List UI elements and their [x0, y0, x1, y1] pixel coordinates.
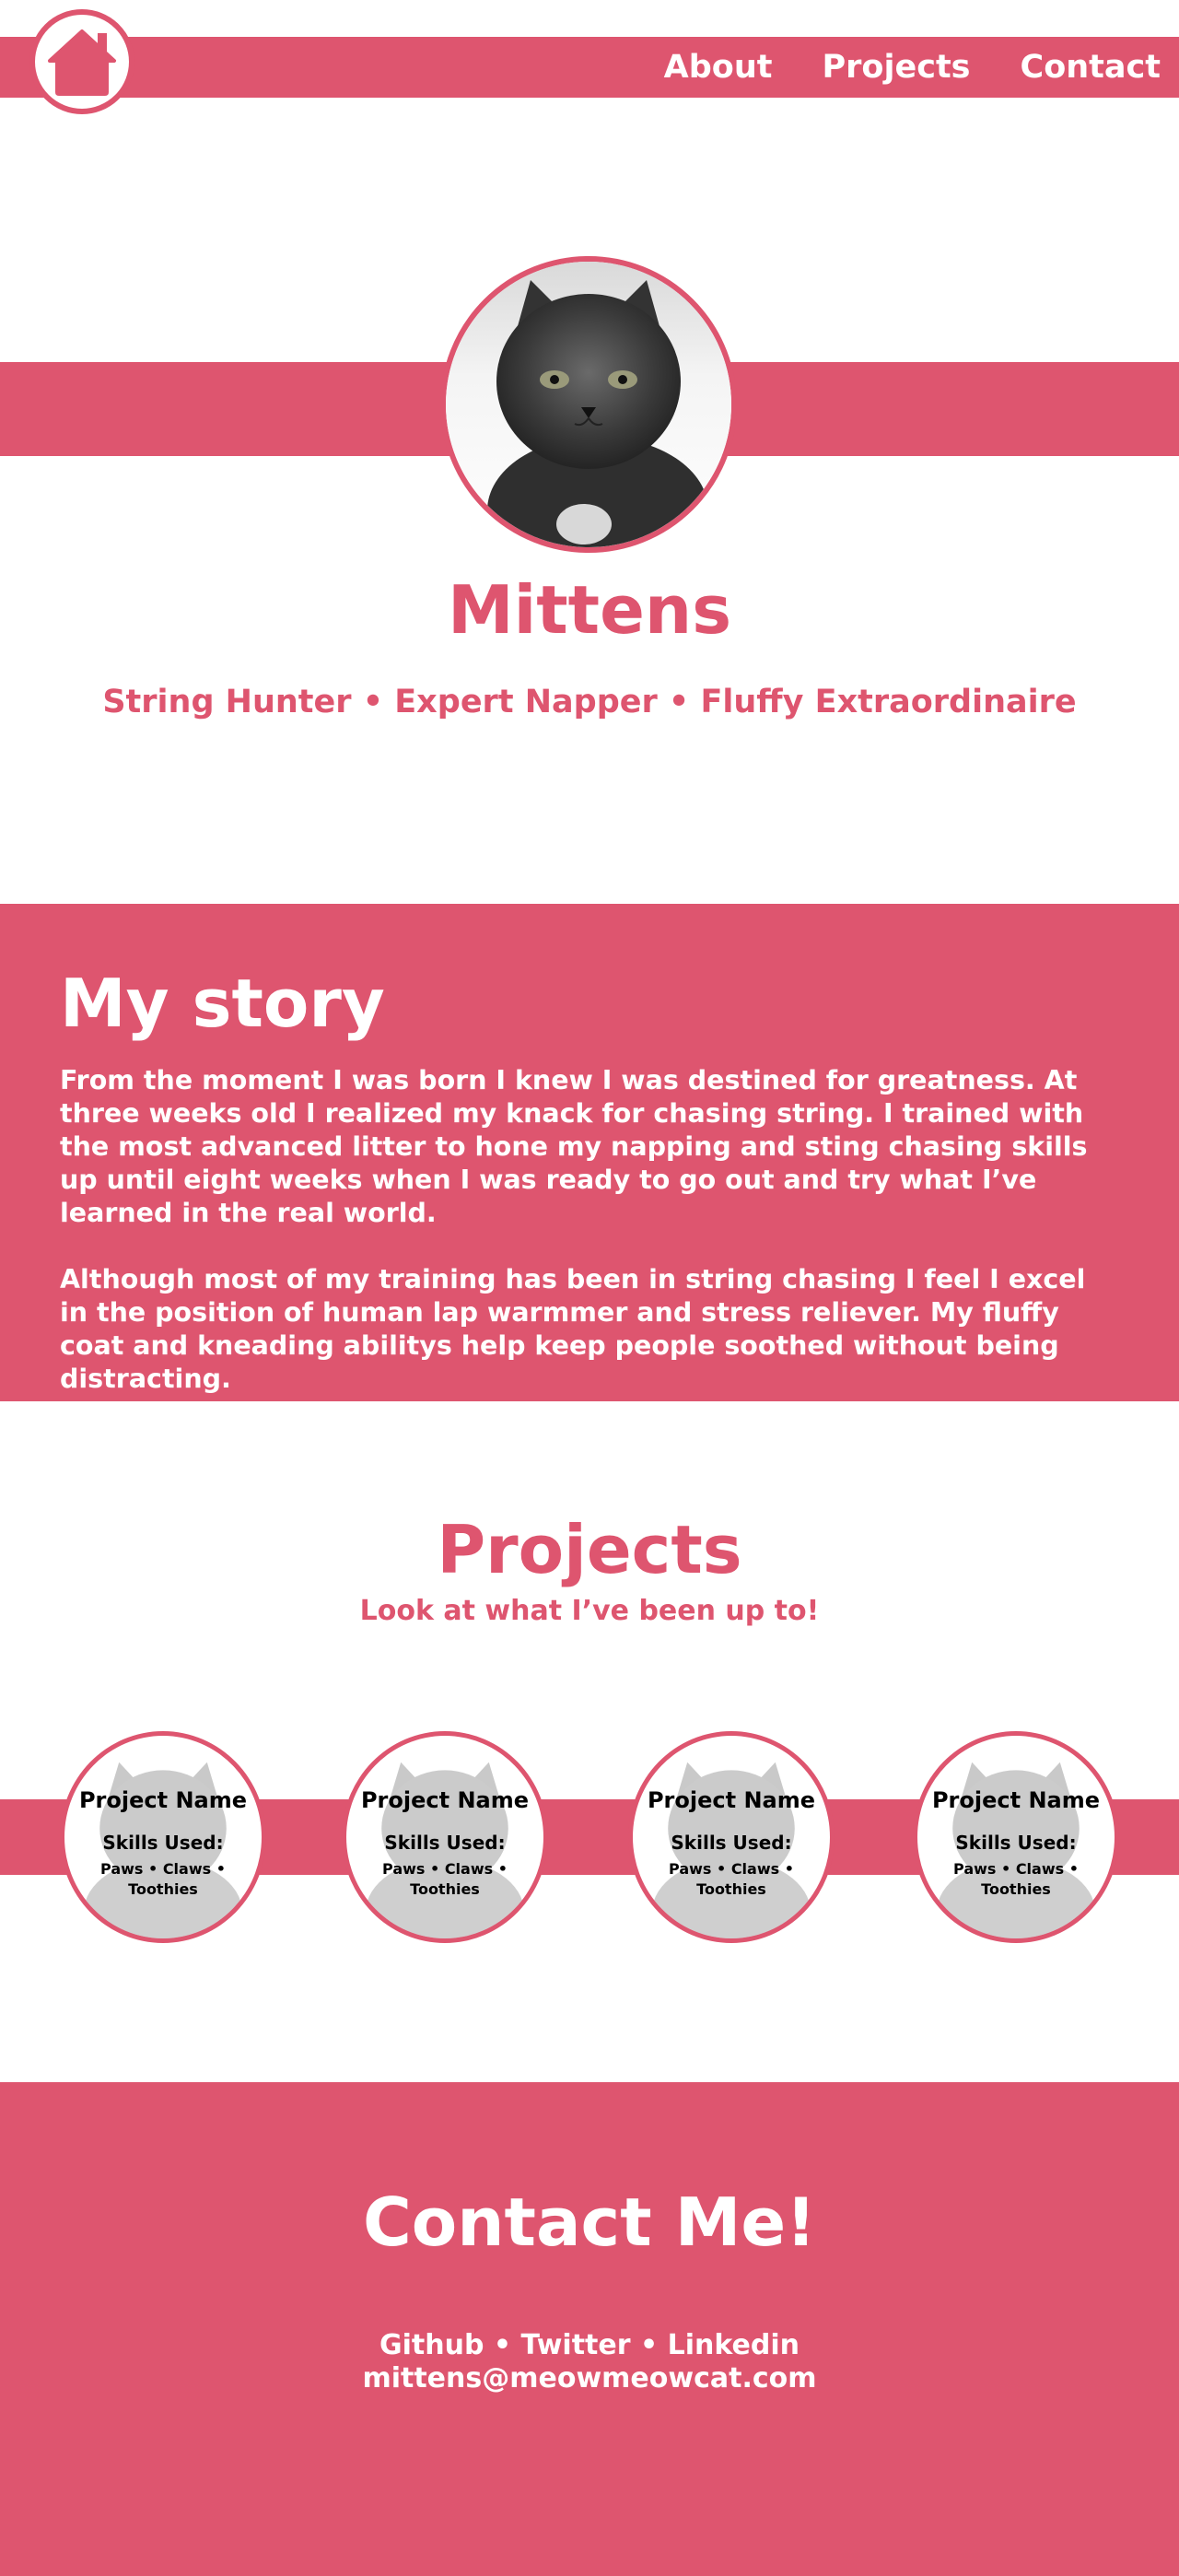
- project-skills-label: Skills Used:: [671, 1832, 792, 1854]
- twitter-link[interactable]: Twitter: [521, 2329, 631, 2361]
- project-card[interactable]: Project Name Skills Used: Paws • Claws •…: [913, 1731, 1119, 1943]
- project-skills: Paws • Claws • Toothies: [669, 1860, 794, 1898]
- cat-photo-icon: [446, 262, 731, 547]
- nav-link-projects[interactable]: Projects: [823, 49, 971, 86]
- projects-subtitle: Look at what I’ve been up to!: [359, 1595, 820, 1627]
- project-name: Project Name: [78, 1787, 248, 1813]
- projects-title: Projects: [437, 1511, 742, 1588]
- story-section: My story From the moment I was born I kn…: [0, 904, 1179, 1401]
- project-card[interactable]: Project Name Skills Used: Paws • Claws •…: [60, 1731, 266, 1943]
- social-links: Github • Twitter • Linkedin: [0, 2329, 1179, 2361]
- project-skills: Paws • Claws • Toothies: [953, 1860, 1079, 1898]
- project-skills-label: Skills Used:: [955, 1832, 1077, 1854]
- profile-photo: [440, 256, 737, 553]
- nav-link-about[interactable]: About: [664, 49, 773, 86]
- project-name: Project Name: [360, 1787, 530, 1813]
- project-skills: Paws • Claws • Toothies: [100, 1860, 226, 1898]
- project-skills: Paws • Claws • Toothies: [382, 1860, 508, 1898]
- project-name: Project Name: [647, 1787, 816, 1813]
- story-paragraph: From the moment I was born I knew I was …: [60, 1065, 1088, 1228]
- github-link[interactable]: Github: [379, 2329, 484, 2361]
- house-icon: [48, 29, 116, 96]
- nav-link-contact[interactable]: Contact: [1021, 49, 1161, 86]
- link-separator: •: [630, 2329, 668, 2361]
- profile-name: Mittens: [447, 571, 732, 649]
- project-card[interactable]: Project Name Skills Used: Paws • Claws •…: [342, 1731, 548, 1943]
- project-name: Project Name: [931, 1787, 1101, 1813]
- project-skills-label: Skills Used:: [102, 1832, 224, 1854]
- project-card[interactable]: Project Name Skills Used: Paws • Claws •…: [628, 1731, 835, 1943]
- contact-section: Contact Me! Github • Twitter • Linkedin …: [0, 2082, 1179, 2576]
- story-title: My story: [60, 965, 385, 1042]
- linkedin-link[interactable]: Linkedin: [668, 2329, 800, 2361]
- story-paragraph: Although most of my training has been in…: [60, 1264, 1086, 1394]
- home-button[interactable]: [29, 9, 134, 114]
- contact-title: Contact Me!: [362, 2184, 817, 2261]
- email-link[interactable]: mittens@meowmeowcat.com: [0, 2362, 1179, 2395]
- nav-links: About Projects Contact: [614, 37, 1161, 98]
- project-skills-label: Skills Used:: [384, 1832, 506, 1854]
- link-separator: •: [484, 2329, 521, 2361]
- profile-tagline: String Hunter • Expert Napper • Fluffy E…: [102, 684, 1077, 720]
